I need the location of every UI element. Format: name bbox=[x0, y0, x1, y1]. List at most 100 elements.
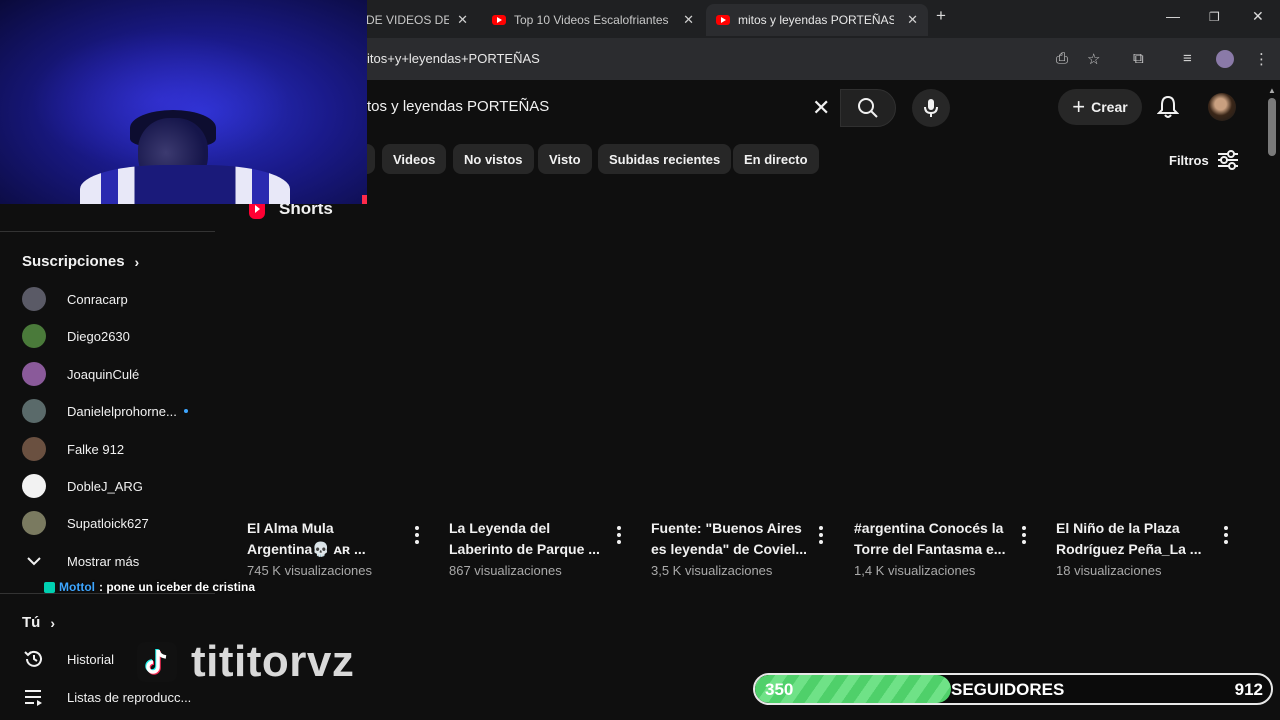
playlists-icon bbox=[22, 688, 46, 706]
account-avatar[interactable] bbox=[1208, 93, 1236, 121]
notifications-bell-icon[interactable] bbox=[1157, 95, 1179, 119]
show-more-button[interactable]: Mostrar más bbox=[22, 549, 139, 573]
short-title-line: La Leyenda del bbox=[449, 520, 551, 536]
chip-en-directo[interactable]: En directo bbox=[733, 144, 819, 174]
avatar bbox=[22, 324, 46, 348]
sidebar-item-diego2630[interactable]: Diego2630 bbox=[22, 324, 130, 348]
show-more-label: Mostrar más bbox=[67, 553, 140, 569]
sliders-icon bbox=[1217, 150, 1238, 170]
webcam-edge-mark bbox=[362, 195, 367, 204]
more-options-icon[interactable] bbox=[415, 526, 419, 547]
short-card[interactable]: El Alma Mula Argentina💀 ᴀʀ ... 745 K vis… bbox=[247, 518, 432, 578]
url-text[interactable]: itos+y+leyendas+PORTEÑAS bbox=[367, 51, 540, 66]
close-tab-icon[interactable]: ✕ bbox=[899, 12, 918, 28]
avatar bbox=[22, 474, 46, 498]
close-window-icon[interactable]: ✕ bbox=[1252, 8, 1264, 25]
browser-tab-2[interactable]: Top 10 Videos Escalofriantes De ✕ bbox=[482, 6, 704, 34]
short-title-line: es leyenda" de Coviel... bbox=[651, 541, 806, 557]
sidebar-item-joaquincule[interactable]: JoaquinCulé bbox=[22, 362, 139, 386]
avatar bbox=[22, 362, 46, 386]
more-options-icon[interactable] bbox=[1022, 526, 1026, 547]
chat-username: Mottol bbox=[59, 580, 95, 594]
chevron-down-icon bbox=[22, 556, 46, 566]
chat-text: : pone un iceber de cristina bbox=[98, 580, 256, 594]
subscription-name: JoaquinCulé bbox=[67, 366, 140, 382]
short-title[interactable]: El Alma Mula Argentina💀 ᴀʀ ... bbox=[247, 518, 402, 560]
voice-search-button[interactable] bbox=[912, 89, 950, 127]
subscriptions-heading[interactable]: Suscripciones › bbox=[22, 253, 139, 270]
more-options-icon[interactable] bbox=[617, 526, 621, 547]
short-views: 1,4 K visualizaciones bbox=[854, 563, 976, 578]
new-tab-icon[interactable]: + bbox=[936, 6, 946, 26]
short-title[interactable]: El Niño de la Plaza Rodríguez Peña_La ..… bbox=[1056, 518, 1211, 560]
tiktok-overlay: tititorvz bbox=[137, 640, 354, 684]
short-title-line: El Alma Mula bbox=[247, 520, 334, 536]
filters-button[interactable]: Filtros bbox=[1169, 150, 1239, 170]
more-options-icon[interactable] bbox=[819, 526, 823, 547]
sidebar-item-supatloick627[interactable]: Supatloick627 bbox=[22, 511, 149, 535]
short-views: 3,5 K visualizaciones bbox=[651, 563, 773, 578]
search-input[interactable]: tos y leyendas PORTEÑAS bbox=[367, 98, 549, 115]
minimize-icon[interactable]: — bbox=[1166, 8, 1180, 24]
extensions-icon[interactable]: ⧉ bbox=[1133, 50, 1144, 67]
history-label: Historial bbox=[67, 651, 114, 667]
short-card[interactable]: #argentina Conocés la Torre del Fantasma… bbox=[854, 518, 1039, 578]
youtube-icon bbox=[492, 15, 506, 25]
sidebar-item-history[interactable]: Historial bbox=[22, 647, 114, 671]
close-tab-icon[interactable]: ✕ bbox=[675, 12, 694, 28]
sidebar-item-falke-912[interactable]: Falke 912 bbox=[22, 437, 124, 461]
scrollbar-thumb[interactable] bbox=[1268, 98, 1276, 156]
webcam-person-shirt bbox=[80, 165, 290, 204]
short-title-line: El Niño de la Plaza bbox=[1056, 520, 1180, 536]
you-heading[interactable]: Tú › bbox=[22, 614, 55, 631]
short-views: 18 visualizaciones bbox=[1056, 563, 1162, 578]
short-title-line: Torre del Fantasma e... bbox=[854, 541, 1006, 557]
short-card[interactable]: La Leyenda del Laberinto de Parque ... 8… bbox=[449, 518, 634, 578]
followers-current: 350 bbox=[765, 680, 794, 699]
search-icon bbox=[858, 98, 878, 118]
create-button[interactable]: + Crear bbox=[1058, 89, 1142, 125]
sidebar-item-doblej-arg[interactable]: DobleJ_ARG bbox=[22, 474, 143, 498]
avatar bbox=[22, 399, 46, 423]
scroll-up-icon[interactable]: ▲ bbox=[1268, 86, 1276, 95]
tab-title: mitos y leyendas PORTEÑAS - Y bbox=[738, 13, 894, 27]
youtube-icon bbox=[716, 15, 730, 25]
short-views: 867 visualizaciones bbox=[449, 563, 562, 578]
search-button[interactable] bbox=[840, 89, 896, 127]
subscription-name: Danielelprohorne... bbox=[67, 403, 177, 419]
sidebar-item-playlists[interactable]: Listas de reproducc... bbox=[22, 685, 191, 709]
chip-visto[interactable]: Visto bbox=[538, 144, 592, 174]
short-card[interactable]: Fuente: "Buenos Aires es leyenda" de Cov… bbox=[651, 518, 836, 578]
bookmark-star-icon[interactable]: ☆ bbox=[1087, 50, 1100, 68]
short-title[interactable]: Fuente: "Buenos Aires es leyenda" de Cov… bbox=[651, 518, 806, 560]
tiktok-handle: tititorvz bbox=[191, 637, 355, 686]
short-title-line: Laberinto de Parque ... bbox=[449, 541, 600, 557]
install-app-icon[interactable]: ⎙ bbox=[1056, 50, 1068, 67]
new-content-dot bbox=[183, 409, 188, 413]
avatar bbox=[22, 437, 46, 461]
filters-label: Filtros bbox=[1169, 152, 1209, 168]
sidebar-item-conracarp[interactable]: Conracarp bbox=[22, 287, 128, 311]
menu-dots-icon[interactable]: ⋮ bbox=[1254, 50, 1269, 68]
chip-subidas-recientes[interactable]: Subidas recientes bbox=[598, 144, 732, 174]
more-options-icon[interactable] bbox=[1224, 526, 1228, 547]
plus-icon: + bbox=[1072, 94, 1086, 119]
sidebar-item-danielelprohorne[interactable]: Danielelprohorne... bbox=[22, 399, 188, 423]
subscription-name: Supatloick627 bbox=[67, 515, 149, 531]
browser-tab-1[interactable]: DE VIDEOS DE TE ✕ bbox=[356, 6, 478, 34]
close-tab-icon[interactable]: ✕ bbox=[449, 12, 468, 28]
clear-search-icon[interactable]: ✕ bbox=[812, 95, 830, 121]
profile-avatar-icon[interactable] bbox=[1216, 50, 1234, 68]
short-title[interactable]: La Leyenda del Laberinto de Parque ... bbox=[449, 518, 604, 560]
short-title[interactable]: #argentina Conocés la Torre del Fantasma… bbox=[854, 518, 1009, 560]
chip-no-vistos[interactable]: No vistos bbox=[453, 144, 534, 174]
restore-icon[interactable]: ❐ bbox=[1209, 10, 1220, 24]
short-card[interactable]: El Niño de la Plaza Rodríguez Peña_La ..… bbox=[1056, 518, 1241, 578]
avatar bbox=[22, 511, 46, 535]
media-control-icon[interactable]: ≡ bbox=[1183, 50, 1192, 67]
short-title-line: Rodríguez Peña_La ... bbox=[1056, 541, 1202, 557]
tiktok-icon bbox=[137, 642, 177, 682]
tab-title: Top 10 Videos Escalofriantes De bbox=[514, 13, 670, 27]
chip-videos[interactable]: Videos bbox=[382, 144, 447, 174]
browser-tab-3[interactable]: mitos y leyendas PORTEÑAS - Y ✕ bbox=[706, 4, 928, 36]
